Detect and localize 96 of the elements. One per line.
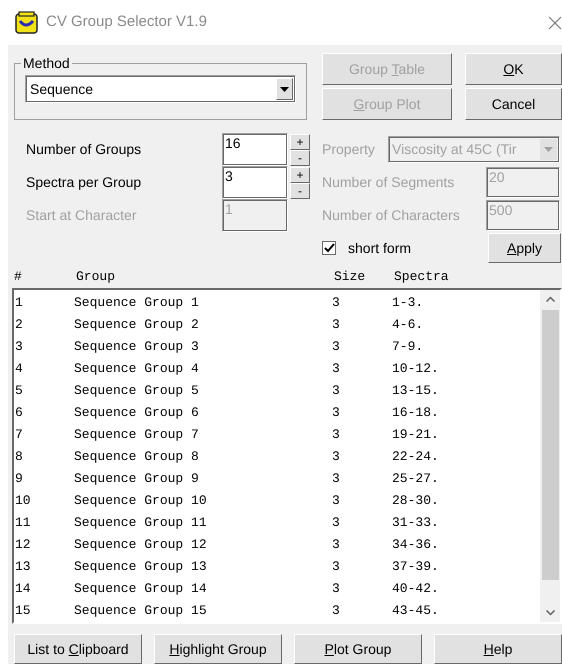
spin-up-button[interactable]: +: [290, 134, 310, 150]
column-header: Spectra: [394, 269, 449, 284]
table-cell: 28-30.: [392, 493, 439, 508]
table-cell: Sequence Group 2: [74, 317, 199, 332]
button[interactable]: OK: [465, 53, 562, 85]
checkbox[interactable]: [322, 241, 336, 255]
table-cell: 11: [15, 515, 31, 530]
field-label: Spectra per Group: [25, 173, 142, 192]
table-cell: 25-27.: [392, 471, 439, 486]
column-header: #: [14, 269, 22, 284]
scrollbar[interactable]: [540, 290, 560, 622]
table-cell: 3: [15, 339, 23, 354]
table-cell: 43-45.: [392, 603, 439, 618]
button[interactable]: List to Clipboard: [14, 634, 142, 664]
table-cell: 1: [15, 295, 23, 310]
table-cell: 3: [332, 493, 340, 508]
spin-down-button[interactable]: -: [290, 182, 310, 198]
table-cell: Sequence Group 11: [74, 515, 207, 530]
table-cell: Sequence Group 5: [74, 383, 199, 398]
table-cell: 37-39.: [392, 559, 439, 574]
field-label: Number of Groups: [25, 140, 142, 159]
button[interactable]: Plot Group: [294, 634, 422, 664]
table-cell: 3: [332, 537, 340, 552]
table-cell: 3: [332, 339, 340, 354]
table-cell: 9: [15, 471, 23, 486]
table-cell: 5: [15, 383, 23, 398]
close-icon[interactable]: [548, 16, 562, 30]
scroll-down-icon[interactable]: [546, 610, 554, 616]
table-cell: Sequence Group 12: [74, 537, 207, 552]
table-cell: 2: [15, 317, 23, 332]
table-cell: 34-36.: [392, 537, 439, 552]
table-cell: Sequence Group 14: [74, 581, 207, 596]
table-cell: 15: [15, 603, 31, 618]
table-cell: 3: [332, 427, 340, 442]
table-cell: 13: [15, 559, 31, 574]
table-cell: 14: [15, 581, 31, 596]
table-cell: 3: [332, 603, 340, 618]
checkbox-label: short form: [348, 238, 412, 258]
number-field[interactable]: 3: [222, 166, 288, 199]
field-label: Property: [322, 140, 376, 159]
table-cell: 3: [332, 405, 340, 420]
field-label: Start at Character: [25, 206, 138, 225]
table-cell: Sequence Group 1: [74, 295, 199, 310]
table-cell: 6: [15, 405, 23, 420]
scroll-up-icon[interactable]: [546, 296, 554, 302]
table-cell: 3: [332, 449, 340, 464]
method-dropdown[interactable]: Sequence: [25, 75, 296, 103]
table-cell: 4-6.: [392, 317, 424, 332]
spin-down-button[interactable]: -: [290, 150, 310, 166]
table-cell: Sequence Group 4: [74, 361, 199, 376]
table-cell: 7-9.: [392, 339, 424, 354]
table-cell: 19-21.: [392, 427, 439, 442]
spin-up-button[interactable]: +: [290, 166, 310, 182]
column-header: Group: [76, 269, 116, 284]
scroll-thumb[interactable]: [542, 310, 558, 580]
table-cell: 10: [15, 493, 31, 508]
column-header: Size: [334, 269, 366, 284]
app-icon: [15, 11, 38, 34]
table-cell: Sequence Group 7: [74, 427, 199, 442]
window-title: CV Group Selector V1.9: [46, 12, 207, 32]
button[interactable]: Help: [434, 634, 562, 664]
table-cell: Sequence Group 3: [74, 339, 199, 354]
group-label: Method: [22, 54, 71, 73]
table-cell: 16-18.: [392, 405, 439, 420]
table-cell: 1-3.: [392, 295, 424, 310]
table-cell: 10-12.: [392, 361, 439, 376]
table-cell: 31-33.: [392, 515, 439, 530]
button[interactable]: Highlight Group: [154, 634, 282, 664]
table-cell: Sequence Group 9: [74, 471, 199, 486]
table-cell: 3: [332, 559, 340, 574]
table-cell: Sequence Group 6: [74, 405, 199, 420]
table-cell: 12: [15, 537, 31, 552]
number-field[interactable]: 16: [222, 133, 288, 166]
table-cell: 40-42.: [392, 581, 439, 596]
table-cell: Sequence Group 8: [74, 449, 199, 464]
button[interactable]: Cancel: [465, 88, 562, 120]
table-cell: 13-15.: [392, 383, 439, 398]
table-cell: 3: [332, 471, 340, 486]
table-cell: Sequence Group 10: [74, 493, 207, 508]
caret-icon: [280, 86, 289, 92]
caret-icon: [544, 147, 553, 152]
field-label: Number of Segments: [322, 173, 456, 192]
table-cell: 4: [15, 361, 23, 376]
table-cell: 3: [332, 317, 340, 332]
table-cell: 3: [332, 361, 340, 376]
table-cell: 22-24.: [392, 449, 439, 464]
table-cell: 3: [332, 295, 340, 310]
table-cell: Sequence Group 13: [74, 559, 207, 574]
table-cell: 8: [15, 449, 23, 464]
table-cell: 3: [332, 515, 340, 530]
table-cell: 3: [332, 581, 340, 596]
button[interactable]: Apply: [488, 233, 561, 263]
table-cell: 7: [15, 427, 23, 442]
table-cell: Sequence Group 15: [74, 603, 207, 618]
table-cell: 3: [332, 383, 340, 398]
field-label: Number of Characters: [322, 206, 461, 225]
